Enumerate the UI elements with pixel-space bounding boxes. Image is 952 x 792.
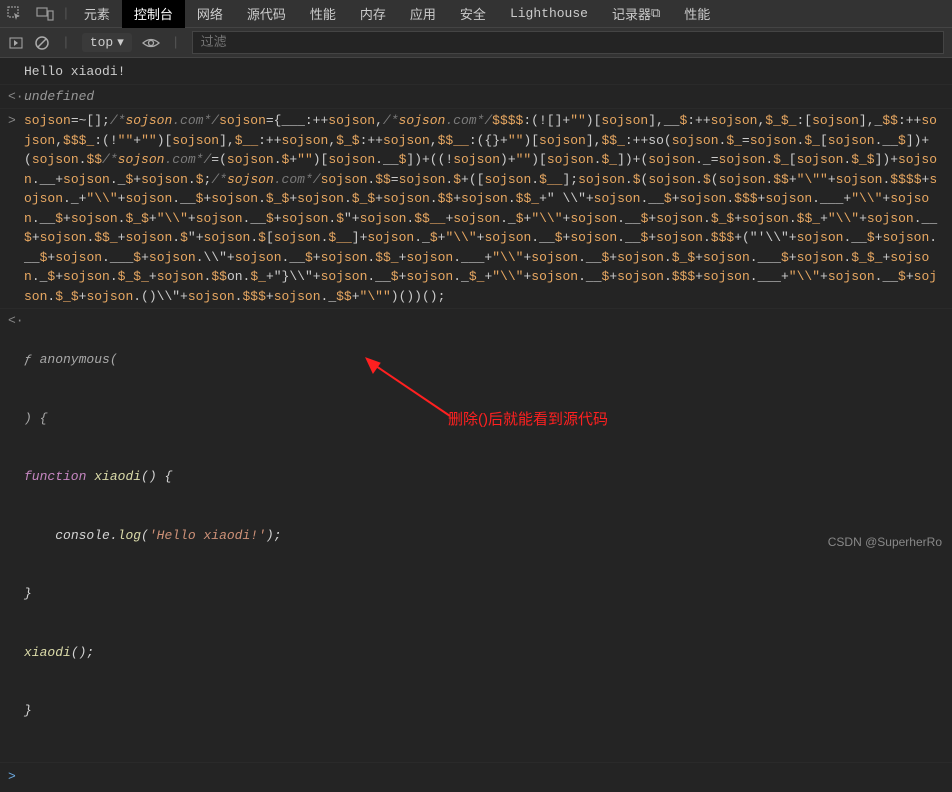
obfuscated-code: sojson=~[];/*sojson.com*/sojson={___:++s… [24, 111, 944, 306]
devtools-tabs: | 元素 控制台 网络 源代码 性能 内存 应用 安全 Lighthouse 记… [0, 0, 952, 28]
annotation-text: 删除()后就能看到源代码 [448, 408, 608, 429]
tab-elements[interactable]: 元素 [72, 0, 122, 28]
inspect-icon[interactable] [0, 6, 30, 22]
chevron-down-icon: ▾ [117, 35, 124, 50]
filter-input[interactable] [192, 31, 944, 54]
play-icon[interactable] [8, 35, 24, 51]
annotation-arrow [360, 356, 460, 426]
anonymous-function: ƒ anonymous( ) { function xiaodi() { con… [24, 311, 944, 760]
tab-performance[interactable]: 性能 [298, 0, 348, 28]
console-result-block: <· ƒ anonymous( ) { function xiaodi() { … [0, 309, 952, 763]
console-log-line: Hello xiaodi! [0, 60, 952, 85]
context-selector[interactable]: top ▾ [82, 33, 132, 52]
console-input-line: > sojson=~[];/*sojson.com*/sojson={___:+… [0, 109, 952, 309]
divider: | [60, 35, 72, 50]
context-label: top [90, 35, 113, 50]
result-arrow-icon: <· [8, 311, 24, 760]
console-toolbar: | top ▾ | [0, 28, 952, 58]
device-icon[interactable] [30, 6, 60, 22]
console-prompt[interactable]: > [0, 763, 952, 791]
watermark: CSDN @SuperherRo [828, 535, 942, 549]
clear-icon[interactable] [34, 35, 50, 51]
tab-application[interactable]: 应用 [398, 0, 448, 28]
tab-recorder[interactable]: 记录器 ⧉ [600, 0, 672, 28]
tab-sources[interactable]: 源代码 [235, 0, 298, 28]
divider: | [170, 35, 182, 50]
tab-perf2[interactable]: 性能 [672, 0, 722, 28]
result-arrow-icon: <· [8, 87, 24, 107]
tab-network[interactable]: 网络 [185, 0, 235, 28]
undefined-value: undefined [24, 87, 944, 107]
tab-lighthouse[interactable]: Lighthouse [498, 0, 600, 28]
input-arrow-icon: > [8, 111, 24, 306]
divider: | [60, 6, 72, 21]
tab-memory[interactable]: 内存 [348, 0, 398, 28]
gutter [8, 62, 24, 82]
console-result-line: <· undefined [0, 85, 952, 110]
eye-icon[interactable] [142, 35, 160, 51]
tab-console[interactable]: 控制台 [122, 0, 185, 28]
tab-security[interactable]: 安全 [448, 0, 498, 28]
log-text: Hello xiaodi! [24, 62, 944, 82]
